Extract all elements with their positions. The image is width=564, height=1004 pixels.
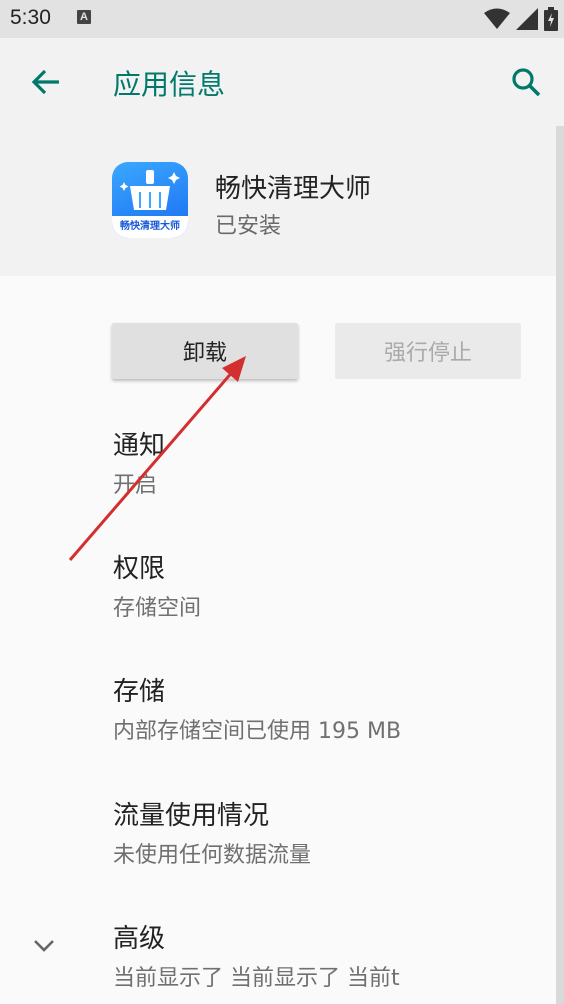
uninstall-button[interactable]: 卸载 [112, 323, 298, 379]
list-item-title: 存储 [113, 677, 166, 707]
list-item-subtitle: 未使用任何数据流量 [113, 843, 312, 868]
page-title: 应用信息 [113, 68, 226, 101]
list-item-data-usage[interactable]: 流量使用情况 未使用任何数据流量 [0, 795, 556, 905]
app-name: 畅快清理大师 [215, 174, 372, 204]
wifi-icon [484, 8, 510, 29]
app-icon-caption: 畅快清理大师 [112, 216, 188, 238]
search-icon [512, 68, 541, 97]
notification-a-icon: A [77, 10, 91, 24]
app-install-status: 已安装 [215, 214, 282, 239]
list-item-subtitle: 当前显示了 当前显示了 当前t [113, 966, 400, 991]
back-button[interactable] [26, 62, 66, 102]
list-item-title: 高级 [113, 924, 166, 954]
broom-icon [119, 170, 180, 210]
list-item-subtitle: 内部存储空间已使用 195 MB [113, 719, 402, 744]
list-item-storage[interactable]: 存储 内部存储空间已使用 195 MB [0, 671, 556, 781]
list-item-notifications[interactable]: 通知 开启 [0, 425, 556, 535]
search-button[interactable] [506, 62, 546, 102]
app-header: 畅快清理大师 畅快清理大师 已安装 [0, 126, 556, 276]
signal-icon [516, 8, 538, 30]
list-item-title: 权限 [113, 554, 166, 584]
list-item-advanced[interactable]: 高级 当前显示了 当前显示了 当前t [0, 918, 556, 1004]
scrollbar[interactable] [556, 126, 564, 1004]
list-item-subtitle: 开启 [113, 473, 158, 498]
list-item-permissions[interactable]: 权限 存储空间 [0, 548, 556, 658]
chevron-down-icon [30, 932, 58, 960]
battery-icon [544, 7, 558, 31]
status-icons [484, 6, 558, 32]
status-bar: 5:30 A [0, 0, 564, 38]
arrow-back-icon [31, 69, 59, 95]
status-time: 5:30 [10, 6, 51, 29]
app-bar: 应用信息 [0, 38, 564, 126]
force-stop-button[interactable]: 强行停止 [335, 323, 521, 379]
list-item-subtitle: 存储空间 [113, 596, 202, 621]
app-icon: 畅快清理大师 [112, 162, 188, 238]
list-item-title: 流量使用情况 [113, 801, 270, 831]
list-item-title: 通知 [113, 431, 166, 461]
